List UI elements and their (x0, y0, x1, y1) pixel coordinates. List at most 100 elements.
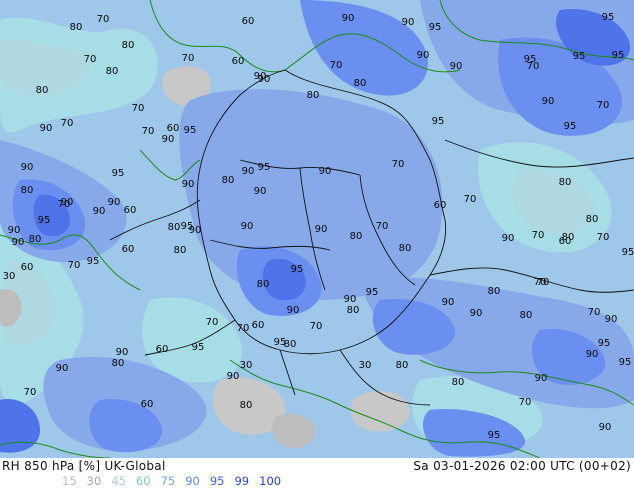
contour-label: 70 (597, 232, 610, 243)
contour-label: 90 (605, 314, 618, 325)
contour-label: 60 (242, 16, 255, 27)
contour-label: 90 (182, 179, 195, 190)
legend-value: 100 (259, 474, 282, 488)
contour-label: 70 (61, 118, 74, 129)
contour-label: 80 (396, 360, 409, 371)
valid-time: Sa 03-01-2026 02:00 UTC (00+02) (413, 459, 631, 473)
legend-value: 75 (160, 474, 176, 488)
contour-label: 90 (470, 308, 483, 319)
contour-label: 80 (347, 305, 360, 316)
contour-label: 90 (342, 13, 355, 24)
contour-label: 90 (8, 225, 21, 236)
legend-value: 99 (234, 474, 250, 488)
contour-label: 90 (287, 305, 300, 316)
contour-label: 90 (93, 206, 106, 217)
contour-label: 30 (240, 360, 253, 371)
contour-label: 90 (586, 349, 599, 360)
contour-label: 70 (588, 307, 601, 318)
contour-label: 95 (612, 50, 625, 61)
contour-label: 60 (252, 320, 265, 331)
contour-label: 70 (84, 54, 97, 65)
contour-label: 95 (112, 168, 125, 179)
contour-label: 30 (3, 271, 16, 282)
contour-label: 90 (162, 134, 175, 145)
color-scale-legend: 15 30 45 60 75 90 95 99 100 (62, 474, 291, 488)
contour-label: 70 (534, 277, 547, 288)
contour-label: 60 (434, 200, 447, 211)
legend-value: 95 (209, 474, 225, 488)
contour-label: 90 (242, 166, 255, 177)
contour-label: 95 (598, 338, 611, 349)
contour-label: 90 (315, 224, 328, 235)
contour-label: 80 (168, 222, 181, 233)
contour-label: 70 (97, 14, 110, 25)
contour-label: 70 (24, 387, 37, 398)
contour-label: 95 (181, 221, 194, 232)
contour-label: 60 (124, 205, 137, 216)
field-zone-15 (350, 391, 410, 432)
contour-label: 90 (40, 123, 53, 134)
legend-value: 30 (86, 474, 102, 488)
contour-label: 90 (12, 237, 25, 248)
contour-label: 70 (527, 61, 540, 72)
contour-label: 90 (599, 422, 612, 433)
contour-label: 90 (319, 166, 332, 177)
contour-label: 95 (38, 215, 51, 226)
contour-label: 80 (399, 243, 412, 254)
legend-value: 15 (62, 474, 77, 488)
contour-label: 80 (112, 358, 125, 369)
contour-label: 80 (29, 234, 42, 245)
contour-label: 70 (376, 221, 389, 232)
contour-label: 90 (56, 363, 69, 374)
contour-label: 90 (417, 50, 430, 61)
contour-label: 80 (70, 22, 83, 33)
contour-label: 70 (206, 317, 219, 328)
contour-label: 80 (106, 66, 119, 77)
contour-label: 70 (182, 53, 195, 64)
map-footer: RH 850 hPa [%] UK-Global Sa 03-01-2026 0… (0, 458, 634, 490)
contour-label: 80 (586, 214, 599, 225)
contour-label: 80 (520, 310, 533, 321)
contour-label: 95 (622, 247, 634, 258)
contour-label: 90 (402, 17, 415, 28)
contour-label: 95 (184, 125, 197, 136)
contour-label: 80 (240, 400, 253, 411)
contour-label: 70 (597, 100, 610, 111)
contour-label: 95 (192, 342, 205, 353)
contour-label: 70 (519, 397, 532, 408)
contour-label: 90 (61, 197, 74, 208)
contour-label: 90 (542, 96, 555, 107)
contour-label: 95 (366, 287, 379, 298)
contour-label: 70 (464, 194, 477, 205)
contour-label: 90 (535, 373, 548, 384)
contour-label: 80 (350, 231, 363, 242)
contour-label: 95 (619, 357, 632, 368)
contour-label: 70 (310, 321, 323, 332)
contour-label: 95 (87, 256, 100, 267)
contour-label: 60 (122, 244, 135, 255)
contour-label: 80 (21, 185, 34, 196)
contour-label: 95 (291, 264, 304, 275)
contour-label: 80 (222, 175, 235, 186)
contour-label: 90 (116, 347, 129, 358)
contour-label: 95 (432, 116, 445, 127)
contour-label: 80 (354, 78, 367, 89)
contour-label: 60 (141, 399, 154, 410)
contour-label: 70 (330, 60, 343, 71)
map-canvas: 708060 90 958070 60709080907095909580708090… (0, 0, 634, 458)
contour-label: 95 (573, 51, 586, 62)
contour-label: 95 (602, 12, 615, 23)
contour-label: 60 (167, 123, 180, 134)
contour-label: 70 (68, 260, 81, 271)
contour-label: 70 (532, 230, 545, 241)
contour-label: 30 (359, 360, 372, 371)
legend-value: 45 (111, 474, 126, 488)
contour-label: 60 (156, 344, 169, 355)
contour-label: 95 (274, 337, 287, 348)
map-title: RH 850 hPa [%] UK-Global (2, 459, 166, 473)
contour-label: 95 (429, 22, 442, 33)
weather-map[interactable]: 70 80 60 90 95 80 70 60 70 90 80 90 70 95 90 95 80 70 80 90… (0, 0, 634, 458)
contour-label: 95 (258, 162, 271, 173)
contour-label: 60 (232, 56, 245, 67)
contour-label: 60 (21, 262, 34, 273)
